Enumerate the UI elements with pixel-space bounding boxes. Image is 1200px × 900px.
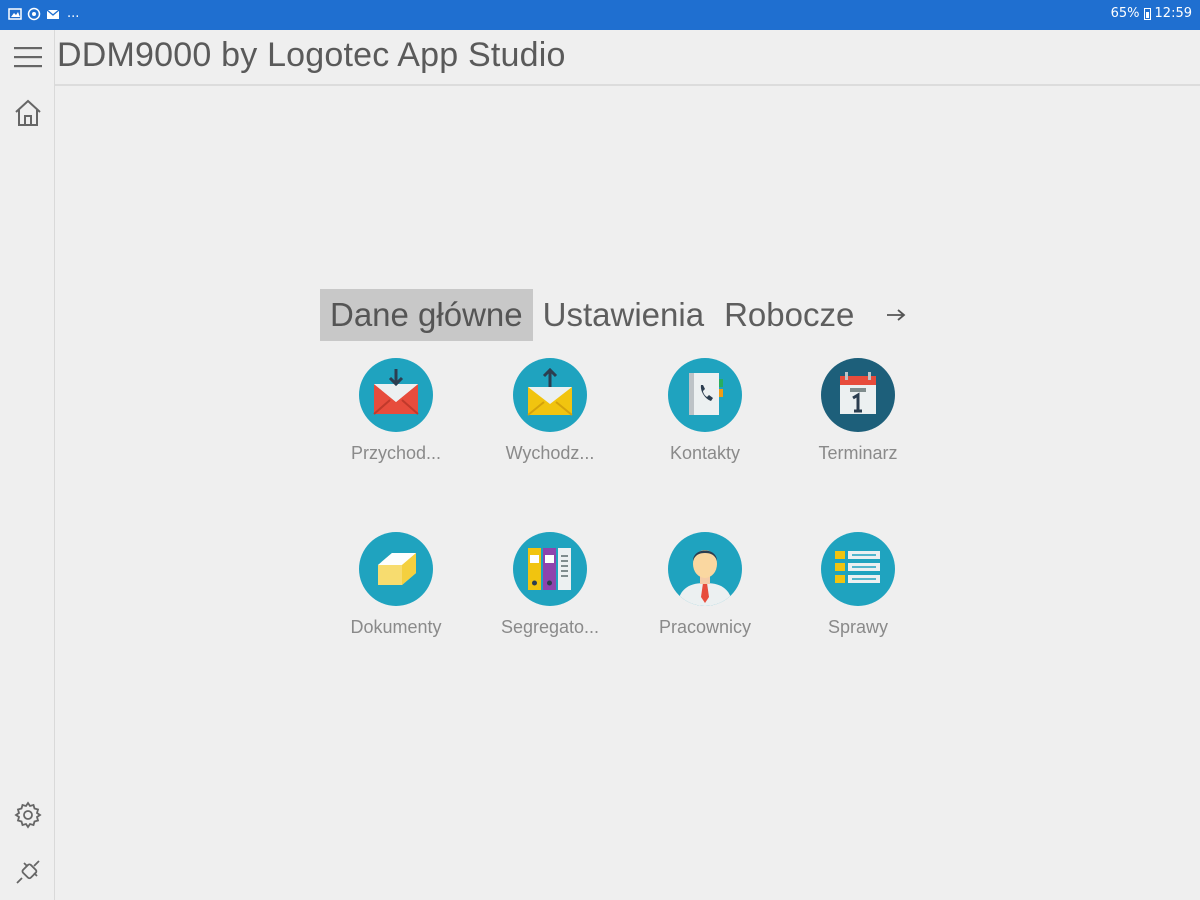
tile-terminarz[interactable]: Terminarz xyxy=(798,357,918,477)
tile-kontakty[interactable]: Kontakty xyxy=(645,357,765,477)
plug-icon xyxy=(16,860,40,884)
tile-label: Pracownicy xyxy=(658,617,752,637)
contacts-book-icon xyxy=(668,358,742,432)
menu-button[interactable] xyxy=(11,40,45,74)
app-title: DDM9000 by Logotec App Studio xyxy=(57,36,566,74)
document-box-icon xyxy=(359,532,433,606)
connection-button[interactable] xyxy=(11,855,45,889)
clock: 12:59 xyxy=(1154,6,1192,21)
binders-icon xyxy=(513,532,587,606)
next-tabs-button[interactable] xyxy=(882,289,910,341)
tile-wychodzace[interactable]: Wychodz... xyxy=(490,357,610,477)
tab-ustawienia[interactable]: Ustawienia xyxy=(533,289,714,341)
battery-percent: 65% xyxy=(1110,6,1140,21)
tile-przychodzace[interactable]: Przychod... xyxy=(336,357,456,477)
tile-label: Dokumenty xyxy=(350,617,442,637)
tile-label: Wychodz... xyxy=(505,443,595,463)
status-right: 65% 12:59 xyxy=(1111,6,1192,21)
cases-list-icon xyxy=(821,532,895,606)
tile-segregatory[interactable]: Segregato... xyxy=(490,531,610,651)
mail-icon xyxy=(46,9,60,19)
app-header: DDM9000 by Logotec App Studio xyxy=(55,30,1200,86)
tile-pracownicy[interactable]: Pracownicy xyxy=(645,531,765,651)
arrow-right-icon xyxy=(887,309,906,321)
category-tabs: Dane główne Ustawienia Robocze xyxy=(320,289,910,341)
tab-robocze[interactable]: Robocze xyxy=(714,289,864,341)
image-icon xyxy=(8,8,22,20)
status-bar: ... 65% 12:59 xyxy=(0,0,1200,30)
sidebar xyxy=(0,30,55,900)
hamburger-menu-icon xyxy=(14,47,42,68)
gear-icon xyxy=(14,801,42,829)
battery-icon xyxy=(1143,7,1151,20)
employee-icon xyxy=(668,532,742,606)
home-button[interactable] xyxy=(11,96,45,130)
settings-button[interactable] xyxy=(11,798,45,832)
outgoing-mail-icon xyxy=(513,358,587,432)
status-notifications: ... xyxy=(8,7,79,21)
tile-label: Kontakty xyxy=(669,443,741,463)
tile-label: Segregato... xyxy=(500,617,600,637)
tile-label: Przychod... xyxy=(350,443,442,463)
notification-overflow: ... xyxy=(67,6,80,21)
sync-icon xyxy=(27,7,41,21)
tile-label: Sprawy xyxy=(827,617,889,637)
tile-sprawy[interactable]: Sprawy xyxy=(798,531,918,651)
home-icon xyxy=(15,99,41,126)
tab-dane-glowne[interactable]: Dane główne xyxy=(320,289,533,341)
tile-dokumenty[interactable]: Dokumenty xyxy=(336,531,456,651)
calendar-icon xyxy=(821,358,895,432)
incoming-mail-icon xyxy=(359,358,433,432)
tile-label: Terminarz xyxy=(818,443,898,463)
